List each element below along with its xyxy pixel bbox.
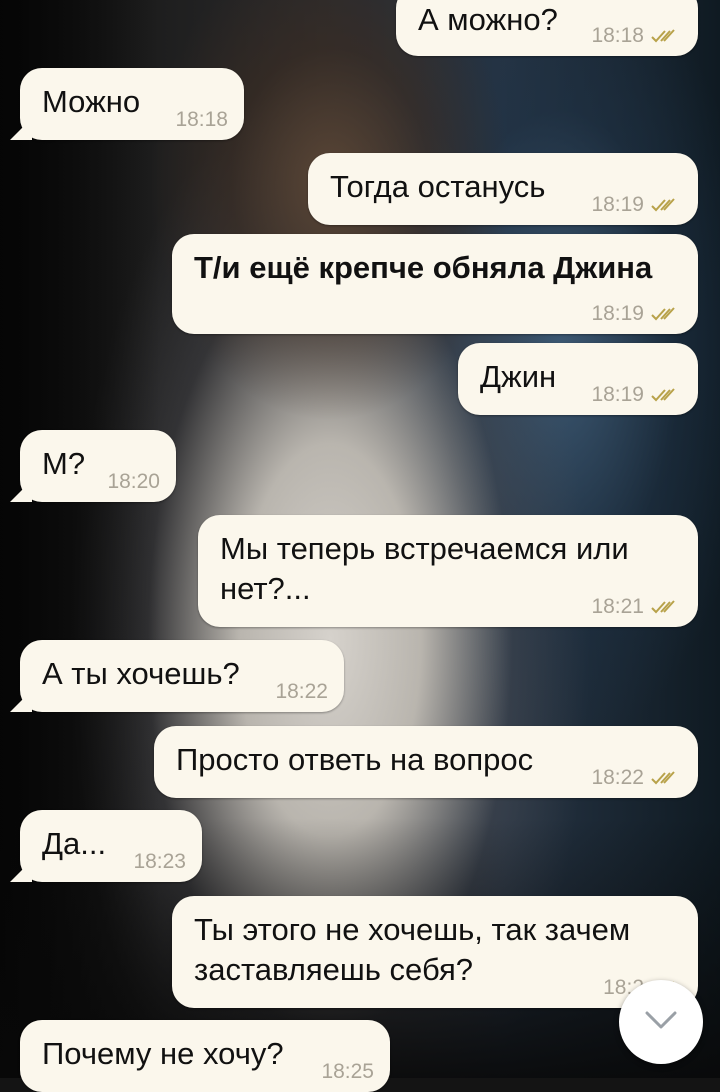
message-time: 18:25: [321, 1060, 374, 1083]
double-check-icon: [650, 197, 680, 213]
message-time: 18:22: [591, 766, 644, 789]
double-check-icon: [650, 28, 680, 44]
message-text: А можно?: [418, 2, 558, 37]
message-meta: 18:19: [591, 302, 680, 326]
message-time: 18:21: [591, 595, 644, 618]
message-bubble-incoming[interactable]: Да... 18:23: [10, 810, 202, 882]
message-time: 18:18: [175, 108, 228, 131]
message-time: 18:22: [275, 680, 328, 703]
message-bubble-outgoing[interactable]: Просто ответь на вопрос 18:22: [154, 726, 698, 798]
message-bubble-outgoing[interactable]: Ты этого не хочешь, так зачем заставляеш…: [172, 896, 698, 1008]
double-check-icon: [650, 770, 680, 786]
message-bubble-outgoing[interactable]: Джин 18:19: [458, 343, 698, 415]
message-text: Просто ответь на вопрос: [176, 742, 534, 777]
message-bubble-outgoing[interactable]: Т/и ещё крепче обняла Джина 18:19: [172, 234, 698, 334]
message-meta: 18:22: [591, 766, 680, 790]
message-time: 18:19: [591, 383, 644, 406]
message-meta: 18:23: [133, 850, 186, 874]
message-bubble-incoming[interactable]: Можно 18:18: [10, 68, 244, 140]
message-bubble-outgoing[interactable]: А можно? 18:18: [396, 0, 698, 56]
message-bubble-outgoing[interactable]: Мы теперь встречаемся или нет?... 18:21: [198, 515, 698, 627]
scroll-to-bottom-button[interactable]: [619, 980, 703, 1064]
message-bubble-outgoing[interactable]: Тогда останусь 18:19: [308, 153, 698, 225]
message-text: Т/и ещё крепче обняла Джина: [194, 250, 653, 285]
message-time: 18:23: [133, 850, 186, 873]
message-time: 18:19: [591, 193, 644, 216]
message-bubble-incoming[interactable]: М? 18:20: [10, 430, 176, 502]
message-bubble-incoming[interactable]: А ты хочешь? 18:22: [10, 640, 344, 712]
message-meta: 18:21: [591, 595, 680, 619]
message-meta: 18:25: [321, 1060, 374, 1084]
message-text: Да...: [42, 826, 107, 861]
message-time: 18:18: [591, 24, 644, 47]
message-text: Тогда останусь: [330, 169, 546, 204]
message-text: М?: [42, 446, 86, 481]
message-meta: 18:22: [275, 680, 328, 704]
message-bubble-incoming[interactable]: Почему не хочу? 18:25: [20, 1020, 390, 1092]
message-meta: 18:19: [591, 383, 680, 407]
message-text: Джин: [480, 359, 557, 394]
double-check-icon: [650, 306, 680, 322]
message-meta: 18:20: [107, 470, 160, 494]
message-meta: 18:18: [175, 108, 228, 132]
message-text-line-1: Ты этого не хочешь, так зачем: [194, 912, 631, 947]
double-check-icon: [650, 387, 680, 403]
message-text: Можно: [42, 84, 141, 119]
double-check-icon: [650, 599, 680, 615]
message-meta: 18:19: [591, 193, 680, 217]
message-time: 18:19: [591, 302, 644, 325]
chevron-down-icon: [644, 1010, 678, 1035]
message-text: А ты хочешь?: [42, 656, 240, 691]
message-meta: 18:18: [591, 24, 680, 48]
message-time: 18:20: [107, 470, 160, 493]
message-text: Почему не хочу?: [42, 1036, 284, 1071]
message-text-line-1: Мы теперь встречаемся или: [220, 531, 629, 566]
